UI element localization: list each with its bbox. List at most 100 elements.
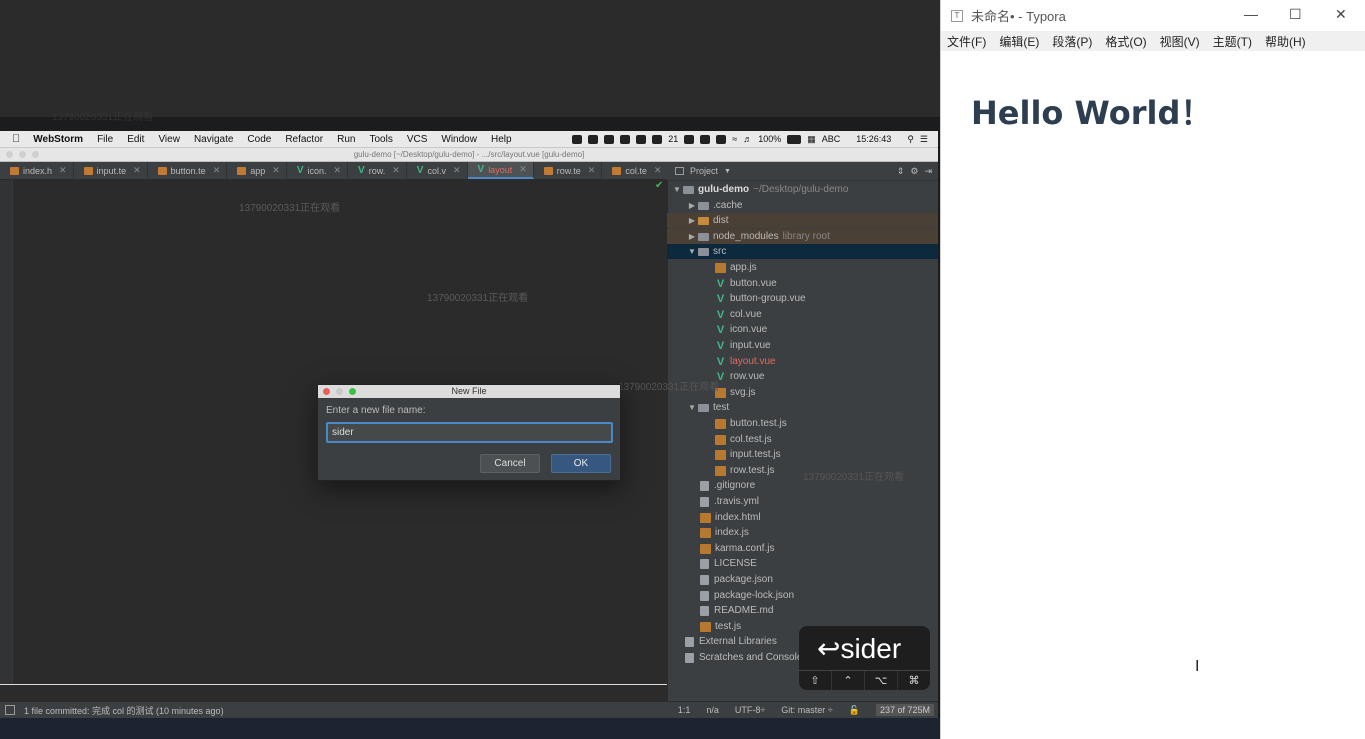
file-encoding[interactable]: UTF-8÷ [735,705,765,715]
tree-item[interactable]: col.test.js [667,432,938,447]
tray-app-icon[interactable] [636,134,647,144]
collapse-all-icon[interactable]: ⇕ [897,166,905,177]
document-heading[interactable]: Hello World！ [971,88,1212,134]
menu-view[interactable]: 视图(V) [1160,33,1200,50]
spotlight-search-icon[interactable]: ⚲ [907,134,914,145]
cancel-button[interactable]: Cancel [480,454,540,473]
window-minimize-button[interactable] [19,151,26,158]
tray-app-icon[interactable] [700,134,711,144]
tab-app[interactable]: app ✕ [227,162,287,179]
battery-percent[interactable]: 100% [758,134,781,144]
tab-icon[interactable]: Vicon. ✕ [287,162,349,179]
notification-center-icon[interactable]: ☰ [920,134,928,145]
tree-item[interactable]: karma.conf.js [667,541,938,556]
tree-item[interactable]: Vcol.vue [667,307,938,322]
volume-icon[interactable]: ♬ [743,134,752,144]
wechat-icon[interactable] [652,134,663,144]
tree-item[interactable]: .travis.yml [667,494,938,509]
tree-item[interactable]: Vicon.vue [667,322,938,337]
tree-item[interactable]: ▼ gulu-demo ~/Desktop/gulu-demo [667,182,938,197]
menu-navigate[interactable]: Navigate [187,134,240,145]
apple-menu-icon[interactable]:  [0,133,26,145]
close-icon[interactable]: ✕ [59,165,67,176]
tree-item[interactable]: ▶ .cache [667,198,938,213]
project-view-selector[interactable]: Project [690,166,718,176]
close-icon[interactable]: ✕ [272,165,280,176]
memory-indicator[interactable]: 237 of 725M [875,704,934,716]
tray-app-icon[interactable] [572,134,583,144]
tree-item[interactable]: package.json [667,572,938,587]
tray-app-icon[interactable] [716,134,727,144]
tree-item[interactable]: ▶ node_modules library root [667,229,938,244]
battery-icon[interactable] [787,134,802,144]
menu-edit[interactable]: Edit [120,134,151,145]
menu-code[interactable]: Code [240,134,278,145]
tab-row-test[interactable]: row.te ✕ [534,162,603,179]
close-icon[interactable]: ✕ [213,165,221,176]
minimize-icon[interactable]: — [1244,6,1258,22]
close-icon[interactable]: ✕ [519,164,527,175]
ok-button[interactable]: OK [551,454,611,473]
status-message[interactable]: 1 file committed: 完成 col 的测试 (10 minutes… [0,704,224,717]
close-icon[interactable]: ✕ [1335,6,1347,23]
tab-layout[interactable]: Vlayout ✕ [467,162,534,179]
dialog-zoom-button[interactable] [349,388,356,395]
tree-item[interactable]: ▼ test [667,400,938,415]
tree-item[interactable]: input.test.js [667,447,938,462]
file-name-input[interactable] [326,422,613,443]
input-method[interactable]: ABC [822,134,841,144]
chevron-right-icon[interactable]: ▶ [686,232,698,241]
menu-refactor[interactable]: Refactor [278,134,330,145]
wifi-icon[interactable]: ≈ [732,134,737,144]
dialog-close-button[interactable] [323,388,330,395]
tab-col-test[interactable]: col.te ✕ [602,162,667,179]
tray-app-icon[interactable] [588,134,599,144]
close-icon[interactable]: ✕ [588,165,596,176]
tree-item[interactable]: Vinput.vue [667,338,938,353]
chevron-down-icon[interactable]: ▼ [671,185,683,194]
tree-item[interactable]: Vlayout.vue [667,354,938,369]
menu-help[interactable]: Help [484,134,519,145]
tab-row[interactable]: Vrow. ✕ [348,162,407,179]
menu-theme[interactable]: 主题(T) [1213,33,1252,50]
chevron-down-icon[interactable]: ▼ [686,403,698,412]
tree-item[interactable]: LICENSE [667,556,938,571]
tree-item[interactable]: Vbutton-group.vue [667,291,938,306]
menu-file[interactable]: 文件(F) [947,33,986,50]
menu-vcs[interactable]: VCS [400,134,435,145]
lock-icon[interactable]: 🔓 [849,705,860,716]
close-icon[interactable]: ✕ [654,165,662,176]
input-method-icon[interactable]: ▦ [807,134,816,145]
menu-help[interactable]: 帮助(H) [1265,33,1306,50]
chevron-right-icon[interactable]: ▶ [686,201,698,210]
menu-paragraph[interactable]: 段落(P) [1052,33,1092,50]
close-icon[interactable]: ✕ [453,165,461,176]
hide-panel-icon[interactable]: ⇥ [924,166,938,177]
close-icon[interactable]: ✕ [392,165,400,176]
window-zoom-button[interactable] [32,151,39,158]
tray-app-icon[interactable] [684,134,695,144]
tree-item[interactable]: app.js [667,260,938,275]
tree-item[interactable]: README.md [667,603,938,618]
tab-col[interactable]: Vcol.v ✕ [407,162,468,179]
tray-app-icon[interactable] [620,134,631,144]
menu-file[interactable]: File [90,134,120,145]
tree-item[interactable]: ▼ src [667,244,938,259]
gear-icon[interactable]: ⚙ [910,166,918,177]
maximize-icon[interactable]: ☐ [1289,6,1302,23]
menu-view[interactable]: View [151,134,187,145]
tree-item[interactable]: ▶ dist [667,213,938,228]
close-icon[interactable]: ✕ [133,165,141,176]
window-close-button[interactable] [6,151,13,158]
tab-input-test[interactable]: input.te ✕ [74,162,148,179]
chevron-down-icon[interactable]: ▼ [686,247,698,256]
tray-app-icon[interactable] [604,134,615,144]
menu-run[interactable]: Run [330,134,362,145]
git-branch[interactable]: Git: master ÷ [781,705,832,715]
dialog-minimize-button[interactable] [336,388,343,395]
tree-item[interactable]: index.js [667,525,938,540]
line-separator[interactable]: n/a [706,705,719,715]
menu-format[interactable]: 格式(O) [1105,33,1146,50]
tool-window-toggle-icon[interactable] [5,705,15,715]
tree-item[interactable]: index.html [667,510,938,525]
